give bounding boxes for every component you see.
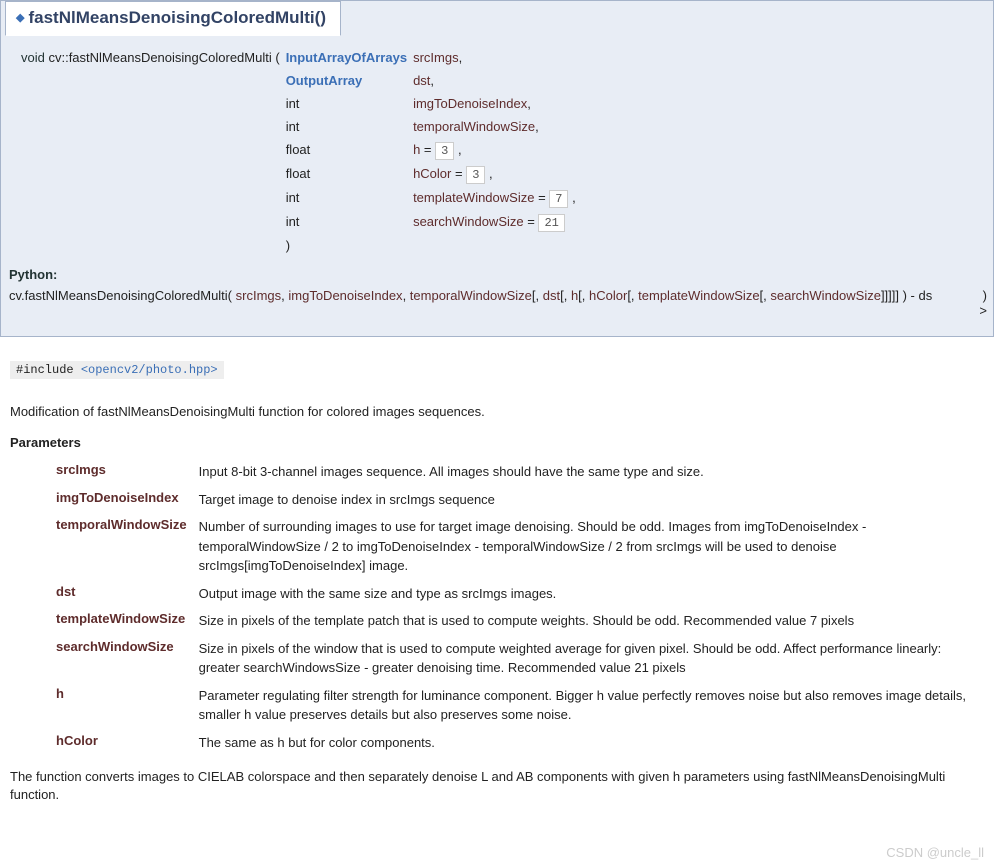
sig-col-type: float: [286, 162, 413, 186]
sig-col-type: float: [286, 138, 413, 162]
sig-col-prefix: [21, 210, 286, 234]
sig-row: floathColor = 3 ,: [21, 162, 582, 186]
py-param: srcImgs: [236, 288, 282, 303]
sig-col-prefix: [21, 162, 286, 186]
sig-col-prefix: void cv::fastNlMeansDenoisingColoredMult…: [21, 46, 286, 69]
param-desc: Input 8-bit 3-channel images sequence. A…: [193, 458, 984, 486]
sig-col-type: int: [286, 92, 413, 115]
sig-col-prefix: [21, 92, 286, 115]
param-name: srcImgs: [50, 458, 193, 486]
sig-col-param: h = 3 ,: [413, 138, 582, 162]
title-bullet-icon: ◆: [16, 12, 24, 24]
param-name: hColor: [50, 729, 193, 757]
param-name: temporalWindowSize: [50, 513, 193, 580]
sig-col-type[interactable]: OutputArray: [286, 69, 413, 92]
param-desc: The same as h but for color components.: [193, 729, 984, 757]
sig-col-param: searchWindowSize = 21: [413, 210, 582, 234]
description-tail: The function converts images to CIELAB c…: [10, 768, 984, 804]
py-param: searchWindowSize: [770, 288, 881, 303]
sig-col-param: dst,: [413, 69, 582, 92]
sig-col-param: templateWindowSize = 7 ,: [413, 186, 582, 210]
sig-row: OutputArraydst,: [21, 69, 582, 92]
param-row: searchWindowSizeSize in pixels of the wi…: [50, 635, 984, 682]
sig-col-prefix: [21, 186, 286, 210]
parameters-heading: Parameters: [10, 435, 994, 450]
sig-col-prefix: [21, 115, 286, 138]
param-row: hColorThe same as h but for color compon…: [50, 729, 984, 757]
python-label: Python:: [9, 267, 993, 282]
python-signature: ) > cv.fastNlMeansDenoisingColoredMulti(…: [9, 288, 987, 318]
function-title: fastNlMeansDenoisingColoredMulti(): [28, 8, 326, 27]
param-name: searchWindowSize: [50, 635, 193, 682]
py-right-bot: >: [979, 303, 987, 318]
sig-row: intsearchWindowSize = 21: [21, 210, 582, 234]
param-desc: Number of surrounding images to use for …: [193, 513, 984, 580]
py-param: imgToDenoiseIndex: [288, 288, 402, 303]
sig-col-type: int: [286, 210, 413, 234]
watermark: CSDN @uncle_ll: [886, 845, 984, 860]
sig-col-param: hColor = 3 ,: [413, 162, 582, 186]
sig-col-param: temporalWindowSize,: [413, 115, 582, 138]
param-desc: Output image with the same size and type…: [193, 580, 984, 608]
python-sig-right: ) >: [979, 288, 987, 318]
cpp-signature-table: void cv::fastNlMeansDenoisingColoredMult…: [21, 46, 582, 257]
param-desc: Size in pixels of the template patch tha…: [193, 607, 984, 635]
sig-col-type: int: [286, 115, 413, 138]
sig-col-prefix: [21, 69, 286, 92]
sig-row: floath = 3 ,: [21, 138, 582, 162]
param-name: imgToDenoiseIndex: [50, 486, 193, 514]
include-directive: #include <opencv2/photo.hpp>: [10, 361, 224, 379]
param-name: templateWindowSize: [50, 607, 193, 635]
py-right-top: ): [983, 288, 987, 303]
parameters-table: srcImgsInput 8-bit 3-channel images sequ…: [50, 458, 984, 756]
param-row: temporalWindowSizeNumber of surrounding …: [50, 513, 984, 580]
py-param: dst: [543, 288, 560, 303]
prototype-panel: ◆ fastNlMeansDenoisingColoredMulti() void…: [0, 0, 994, 337]
param-row: templateWindowSizeSize in pixels of the …: [50, 607, 984, 635]
py-param: templateWindowSize: [638, 288, 759, 303]
sig-row: void cv::fastNlMeansDenoisingColoredMult…: [21, 46, 582, 69]
param-row: imgToDenoiseIndexTarget image to denoise…: [50, 486, 984, 514]
sig-col-type[interactable]: InputArrayOfArrays: [286, 46, 413, 69]
include-keyword: #include: [16, 363, 81, 377]
param-name: dst: [50, 580, 193, 608]
sig-col-type: int: [286, 186, 413, 210]
py-param: hColor: [589, 288, 627, 303]
sig-row: inttemplateWindowSize = 7 ,: [21, 186, 582, 210]
sig-row-close: ): [21, 234, 582, 257]
sig-row: inttemporalWindowSize,: [21, 115, 582, 138]
param-desc: Size in pixels of the window that is use…: [193, 635, 984, 682]
include-path[interactable]: <opencv2/photo.hpp>: [81, 363, 218, 377]
param-row: dstOutput image with the same size and t…: [50, 580, 984, 608]
py-prefix: cv.fastNlMeansDenoisingColoredMulti(: [9, 288, 232, 303]
sig-col-param: srcImgs,: [413, 46, 582, 69]
sig-row: intimgToDenoiseIndex,: [21, 92, 582, 115]
param-row: hParameter regulating filter strength fo…: [50, 682, 984, 729]
param-desc: Target image to denoise index in srcImgs…: [193, 486, 984, 514]
function-title-tab: ◆ fastNlMeansDenoisingColoredMulti(): [5, 1, 341, 36]
sig-col-prefix: [21, 138, 286, 162]
py-param: temporalWindowSize: [410, 288, 532, 303]
param-row: srcImgsInput 8-bit 3-channel images sequ…: [50, 458, 984, 486]
sig-col-param: imgToDenoiseIndex,: [413, 92, 582, 115]
param-name: h: [50, 682, 193, 729]
brief-description: Modification of fastNlMeansDenoisingMult…: [10, 403, 984, 421]
param-desc: Parameter regulating filter strength for…: [193, 682, 984, 729]
